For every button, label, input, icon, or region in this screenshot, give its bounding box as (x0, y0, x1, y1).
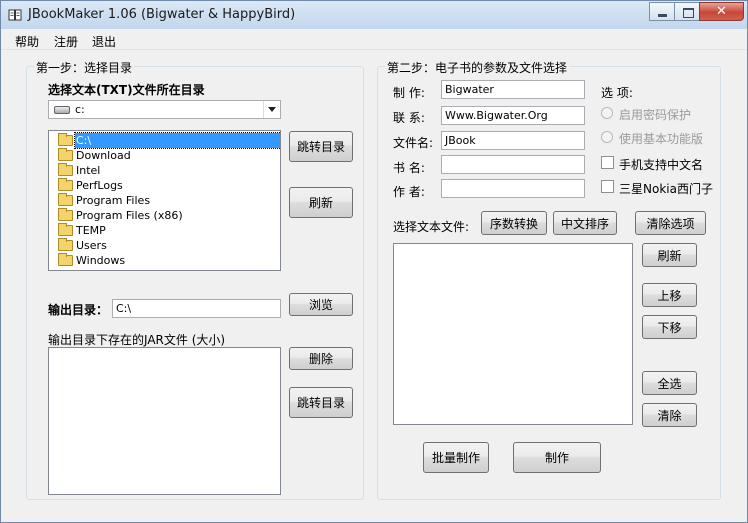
options-label: 选 项: (601, 86, 633, 100)
batch-make-button[interactable]: 批量制作 (423, 442, 489, 473)
clear-selection-button[interactable]: 清除选项 (635, 211, 706, 235)
contact-input[interactable]: Www.Bigwater.Org (441, 106, 585, 125)
folder-icon (58, 148, 73, 161)
contact-label: 联 系: (393, 111, 425, 125)
drive-icon (54, 106, 70, 114)
chevron-down-icon[interactable] (263, 101, 280, 118)
jump-dir-button-2[interactable]: 跳转目录 (289, 387, 353, 418)
password-radio[interactable] (601, 107, 613, 119)
basic-version-radio[interactable] (601, 131, 613, 143)
author-label: 作 者: (393, 185, 425, 199)
menu-help[interactable]: 帮助 (15, 33, 39, 50)
delete-button[interactable]: 删除 (289, 347, 353, 370)
maker-input[interactable]: Bigwater (441, 80, 585, 99)
drive-select[interactable]: c: (48, 100, 281, 119)
dir-item-label: Download (76, 149, 131, 162)
step2-title: 第二步：电子书的参数及文件选择 (385, 59, 570, 76)
refresh-files-button[interactable]: 刷新 (642, 243, 697, 267)
chinese-name-checkbox[interactable] (601, 156, 614, 169)
dir-item-label: Intel (76, 164, 101, 177)
dir-item-label: TEMP (76, 224, 106, 237)
sequence-convert-button[interactable]: 序数转换 (481, 211, 547, 235)
close-icon: ✕ (716, 4, 727, 19)
directory-list[interactable]: C:\ Download Intel PerfLogs Program File… (48, 130, 281, 271)
close-button[interactable]: ✕ (699, 2, 744, 21)
title-bar[interactable]: JBookMaker 1.06 (Bigwater & HappyBird) ✕ (1, 1, 747, 29)
folder-icon (58, 223, 73, 236)
maximize-button[interactable] (674, 2, 700, 21)
refresh-dir-button[interactable]: 刷新 (289, 187, 353, 218)
samsung-nokia-label: 三星Nokia西门子 (619, 182, 713, 196)
clear-files-button[interactable]: 清除 (642, 403, 697, 427)
dir-item-label: Program Files (76, 194, 151, 207)
chinese-name-label: 手机支持中文名 (619, 158, 704, 172)
drive-value: c: (75, 103, 85, 116)
minimize-button[interactable] (649, 2, 675, 21)
window-controls: ✕ (649, 2, 744, 21)
folder-icon (58, 208, 73, 221)
author-input[interactable] (441, 179, 585, 198)
folder-icon (58, 178, 73, 191)
move-down-button[interactable]: 下移 (642, 315, 697, 339)
folder-icon (58, 193, 73, 206)
menu-bar: 帮助 注册 退出 (1, 30, 747, 50)
folder-icon (58, 238, 73, 251)
select-all-button[interactable]: 全选 (642, 371, 697, 395)
folder-open-icon (58, 133, 73, 146)
book-icon (8, 9, 22, 21)
dir-item-label: PerfLogs (76, 179, 123, 192)
jar-file-list[interactable] (48, 347, 281, 495)
password-option-label: 启用密码保护 (619, 108, 692, 122)
select-files-label: 选择文本文件: (393, 220, 470, 234)
step1-title: 第一步：选择目录 (34, 59, 135, 76)
output-dir-input[interactable]: C:\ (112, 299, 281, 318)
jump-dir-button[interactable]: 跳转目录 (289, 131, 353, 162)
window-title: JBookMaker 1.06 (Bigwater & HappyBird) (28, 7, 296, 22)
bookname-label: 书 名: (393, 161, 425, 175)
bookname-input[interactable] (441, 155, 585, 174)
dir-item-label: Program Files (x86) (76, 209, 183, 222)
text-file-list[interactable] (393, 243, 633, 425)
folder-icon (58, 253, 73, 266)
samsung-nokia-checkbox[interactable] (601, 180, 614, 193)
dir-item-label: Users (76, 239, 107, 252)
dir-item-label: Windows (76, 254, 126, 267)
chinese-sort-button[interactable]: 中文排序 (553, 211, 617, 235)
menu-register[interactable]: 注册 (54, 33, 78, 50)
select-dir-label: 选择文本(TXT)文件所在目录 (48, 83, 205, 97)
jar-files-label: 输出目录下存在的JAR文件 (大小) (48, 333, 226, 347)
browse-button[interactable]: 浏览 (289, 293, 353, 316)
menu-exit[interactable]: 退出 (92, 33, 116, 50)
dir-item-label: C:\ (74, 132, 280, 149)
move-up-button[interactable]: 上移 (642, 283, 697, 307)
filename-input[interactable]: JBook (441, 131, 585, 150)
basic-option-label: 使用基本功能版 (619, 132, 704, 146)
make-button[interactable]: 制作 (513, 442, 601, 473)
filename-label: 文件名: (393, 136, 434, 150)
maker-label: 制 作: (393, 86, 425, 100)
output-dir-label: 输出目录： (48, 303, 109, 317)
app-window: JBookMaker 1.06 (Bigwater & HappyBird) ✕… (0, 0, 748, 523)
folder-icon (58, 163, 73, 176)
